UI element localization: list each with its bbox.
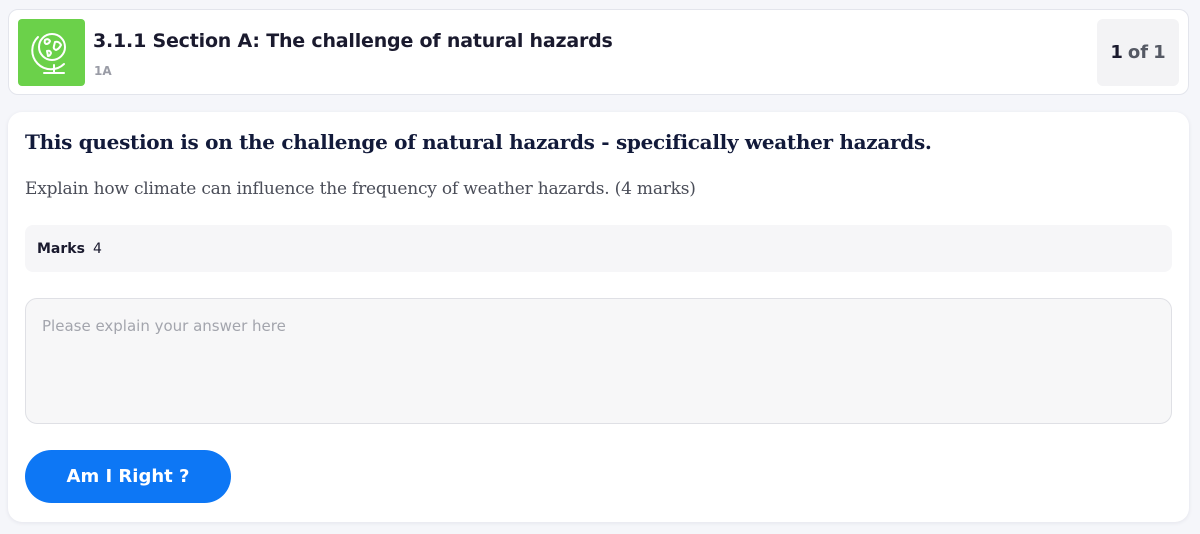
answer-input[interactable] [25,298,1172,424]
question-card: This question is on the challenge of nat… [8,112,1189,522]
topic-title: 3.1.1 Section A: The challenge of natura… [93,30,613,52]
marks-value: 4 [92,240,102,257]
question-text: Explain how climate can influence the fr… [25,179,696,199]
am-i-right-button[interactable]: Am I Right ? [25,450,231,503]
topic-subtitle: 1A [94,64,112,78]
counter-total: 1 [1153,42,1166,63]
marks-label: Marks [37,240,85,257]
counter-separator: of [1127,42,1149,63]
globe-icon [30,32,66,74]
question-heading: This question is on the challenge of nat… [25,130,932,154]
topic-header: 3.1.1 Section A: The challenge of natura… [8,9,1189,95]
marks-bar: Marks 4 [25,225,1172,272]
topic-icon-tile [18,19,85,86]
question-counter: 1 of 1 [1097,19,1179,86]
counter-current: 1 [1110,42,1123,63]
